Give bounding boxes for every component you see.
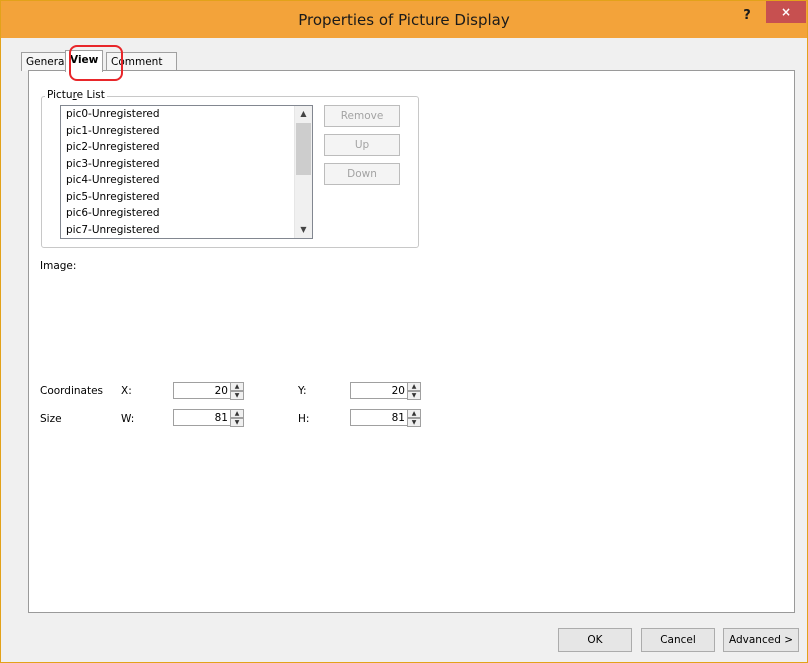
stepper-up-icon[interactable]: ▲ xyxy=(230,409,244,418)
scroll-thumb[interactable] xyxy=(296,123,311,175)
h-stepper[interactable]: 81 ▲ ▼ xyxy=(350,409,422,427)
advanced-button[interactable]: Advanced > xyxy=(723,628,799,652)
list-item[interactable]: pic3-Unregistered xyxy=(61,156,312,173)
x-label: X: xyxy=(121,385,132,397)
stepper-down-icon[interactable]: ▼ xyxy=(407,391,421,400)
stepper-down-icon[interactable]: ▼ xyxy=(230,391,244,400)
stepper-up-icon[interactable]: ▲ xyxy=(407,409,421,418)
list-item[interactable]: pic7-Unregistered xyxy=(61,222,312,239)
size-label: Size xyxy=(40,413,62,425)
stepper-up-icon[interactable]: ▲ xyxy=(230,382,244,391)
window-title: Properties of Picture Display xyxy=(298,11,510,29)
ok-button[interactable]: OK xyxy=(558,628,632,652)
image-label: Image: xyxy=(40,260,77,272)
down-button[interactable]: Down xyxy=(324,163,400,185)
picture-list-label: Picture List xyxy=(45,89,107,101)
close-button[interactable]: × xyxy=(766,1,806,23)
h-input[interactable]: 81 xyxy=(350,409,408,426)
x-input[interactable]: 20 xyxy=(173,382,231,399)
stepper-up-icon[interactable]: ▲ xyxy=(407,382,421,391)
remove-button[interactable]: Remove xyxy=(324,105,400,127)
highlight-annotation xyxy=(69,45,123,81)
y-input[interactable]: 20 xyxy=(350,382,408,399)
w-label: W: xyxy=(121,413,135,425)
stepper-down-icon[interactable]: ▼ xyxy=(230,418,244,427)
picture-listbox[interactable]: pic0-Unregistered pic1-Unregistered pic2… xyxy=(60,105,313,239)
y-label: Y: xyxy=(298,385,307,397)
coordinates-label: Coordinates xyxy=(40,385,104,397)
list-item[interactable]: pic4-Unregistered xyxy=(61,172,312,189)
list-item[interactable]: pic6-Unregistered xyxy=(61,205,312,222)
dialog-window: Properties of Picture Display ? × Genera… xyxy=(0,0,808,663)
list-item[interactable]: pic5-Unregistered xyxy=(61,189,312,206)
cancel-button[interactable]: Cancel xyxy=(641,628,715,652)
list-scrollbar[interactable]: ▲ ▼ xyxy=(294,106,312,238)
w-stepper[interactable]: 81 ▲ ▼ xyxy=(173,409,245,427)
y-stepper[interactable]: 20 ▲ ▼ xyxy=(350,382,422,400)
list-item[interactable]: pic2-Unregistered xyxy=(61,139,312,156)
up-button[interactable]: Up xyxy=(324,134,400,156)
list-item[interactable]: pic0-Unregistered xyxy=(61,106,312,123)
w-input[interactable]: 81 xyxy=(173,409,231,426)
h-label: H: xyxy=(298,413,310,425)
scroll-up-icon[interactable]: ▲ xyxy=(295,106,312,122)
x-stepper[interactable]: 20 ▲ ▼ xyxy=(173,382,245,400)
help-button[interactable]: ? xyxy=(737,6,757,26)
list-item[interactable]: pic1-Unregistered xyxy=(61,123,312,140)
title-bar[interactable]: Properties of Picture Display ? × xyxy=(1,1,807,38)
stepper-down-icon[interactable]: ▼ xyxy=(407,418,421,427)
scroll-down-icon[interactable]: ▼ xyxy=(295,222,312,238)
